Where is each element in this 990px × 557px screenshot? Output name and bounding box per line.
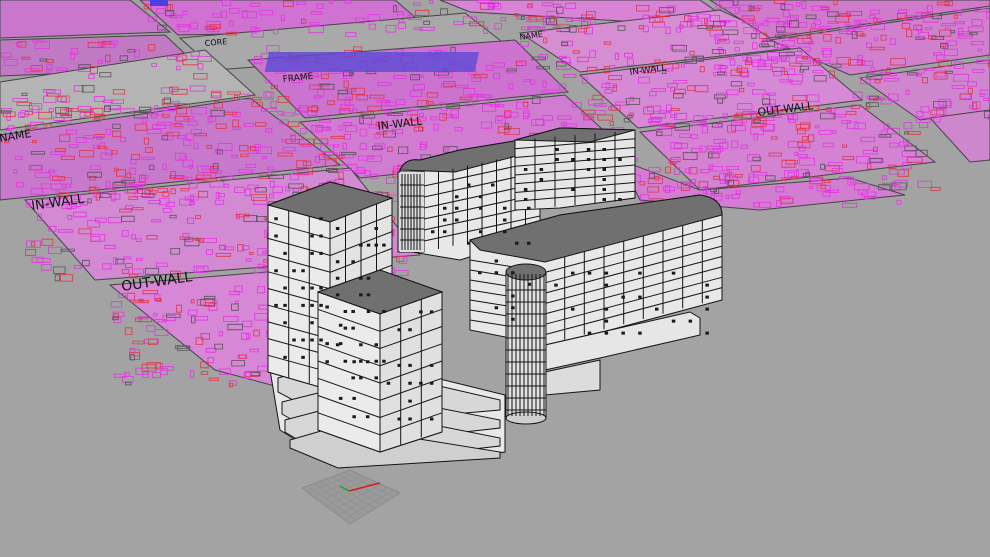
world-axes-grid[interactable] bbox=[300, 469, 402, 525]
rhino-perspective-viewport[interactable]: CORE NAME FRAME NAME IN-WALL IN-WALL OUT… bbox=[0, 0, 990, 557]
viewport-canvas[interactable]: CORE NAME FRAME NAME IN-WALL IN-WALL OUT… bbox=[0, 0, 990, 557]
frame-blue-block bbox=[264, 52, 479, 72]
top-blue-block bbox=[150, 0, 168, 6]
left-front-block[interactable] bbox=[316, 269, 444, 453]
layout-sheet[interactable] bbox=[928, 109, 990, 163]
